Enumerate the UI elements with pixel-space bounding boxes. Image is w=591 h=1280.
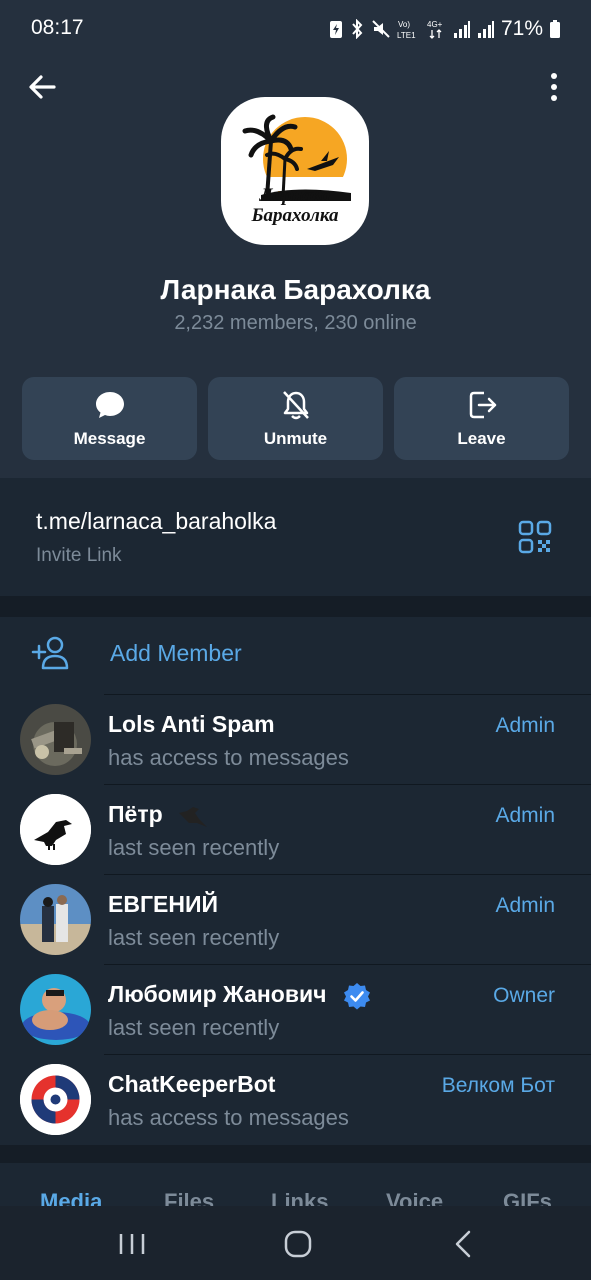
status-bar: 08:17 Vo) LTE1 4G+ 71% bbox=[0, 0, 591, 56]
recent-apps-icon bbox=[119, 1234, 145, 1254]
member-status: has access to messages bbox=[108, 1105, 349, 1130]
invite-link-url[interactable]: t.me/larnaca_baraholka bbox=[36, 508, 276, 535]
svg-text:LTE1: LTE1 bbox=[397, 31, 416, 40]
signal-icon bbox=[453, 21, 470, 38]
member-role: Admin bbox=[495, 804, 555, 827]
logo-line1: Ларнака bbox=[259, 185, 331, 206]
system-nav-bar bbox=[0, 1206, 591, 1280]
member-name: ЕВГЕНИЙ bbox=[108, 891, 219, 917]
member-avatar[interactable] bbox=[20, 1064, 91, 1135]
row-divider bbox=[104, 964, 591, 965]
row-divider bbox=[104, 1054, 591, 1055]
lte-icon: Vo) LTE1 bbox=[397, 20, 416, 40]
member-row-lols-anti-spam[interactable]: Lols Anti Spam has access to messages Ad… bbox=[0, 694, 591, 784]
more-options-button[interactable] bbox=[540, 70, 568, 104]
bell-off-icon bbox=[282, 391, 309, 420]
chevron-left-icon bbox=[455, 1230, 471, 1258]
group-subtitle: 2,232 members, 230 online bbox=[174, 312, 417, 334]
group-title: Ларнака Барахолка bbox=[160, 274, 431, 305]
member-status: last seen recently bbox=[108, 835, 280, 860]
member-row-petr[interactable]: Пётр last seen recently Admin bbox=[0, 784, 591, 874]
member-name-text: Пётр bbox=[108, 801, 163, 827]
row-divider bbox=[104, 784, 591, 785]
tab-links[interactable]: Links bbox=[271, 1189, 328, 1206]
invite-link-caption: Invite Link bbox=[36, 545, 122, 566]
battery-icon bbox=[550, 20, 560, 38]
unmute-button[interactable]: Unmute bbox=[208, 377, 383, 460]
member-role: Велком Бот bbox=[441, 1074, 555, 1097]
chat-bubble-icon bbox=[95, 392, 124, 418]
member-name: Пётр bbox=[108, 801, 209, 829]
qr-code-button[interactable] bbox=[518, 520, 552, 554]
member-status: has access to messages bbox=[108, 745, 349, 770]
network-4g-icon: 4G+ bbox=[427, 20, 443, 39]
status-icons: Vo) LTE1 4G+ 71% bbox=[329, 16, 561, 42]
add-member-button[interactable] bbox=[0, 617, 591, 693]
qr-code-icon bbox=[518, 520, 552, 554]
home-icon bbox=[284, 1230, 312, 1258]
more-vertical-icon bbox=[551, 73, 557, 101]
battery-level: 71% bbox=[500, 17, 543, 40]
section-divider bbox=[0, 1145, 591, 1163]
unmute-button-label: Unmute bbox=[263, 429, 328, 448]
logout-icon bbox=[469, 391, 496, 419]
row-divider bbox=[104, 694, 591, 695]
leave-button-label: Leave bbox=[457, 429, 506, 448]
member-avatar[interactable] bbox=[20, 884, 91, 955]
shared-media-tabs: Media Files Links Voice GIFs bbox=[0, 1163, 591, 1206]
member-status: last seen recently bbox=[108, 1015, 280, 1040]
svg-text:4G+: 4G+ bbox=[427, 20, 443, 29]
member-role: Admin bbox=[495, 894, 555, 917]
home-button[interactable] bbox=[278, 1224, 318, 1264]
tab-gifs[interactable]: GIFs bbox=[503, 1189, 552, 1206]
member-role: Admin bbox=[495, 714, 555, 737]
tab-files[interactable]: Files bbox=[164, 1189, 214, 1206]
leave-button[interactable]: Leave bbox=[394, 377, 569, 460]
member-avatar[interactable] bbox=[20, 704, 91, 775]
tab-media[interactable]: Media bbox=[40, 1189, 102, 1206]
member-avatar[interactable] bbox=[20, 794, 91, 865]
invite-link-section[interactable] bbox=[0, 478, 591, 596]
logo-line2: Барахолка bbox=[250, 205, 339, 226]
arrow-left-icon bbox=[29, 75, 56, 99]
bluetooth-icon bbox=[352, 19, 363, 39]
row-divider bbox=[104, 874, 591, 875]
section-divider bbox=[0, 596, 591, 617]
member-name: Lols Anti Spam bbox=[108, 711, 275, 737]
signal-icon-2 bbox=[477, 21, 494, 38]
member-row-chatkeeperbot[interactable]: ChatKeeperBot has access to messages Вел… bbox=[0, 1054, 591, 1144]
mute-icon bbox=[372, 20, 390, 38]
group-logo: Ларнака Барахолка bbox=[242, 114, 351, 226]
verified-badge-icon bbox=[343, 982, 370, 1010]
member-name: Любомир Жанович bbox=[108, 981, 371, 1010]
message-button-label: Message bbox=[73, 429, 146, 448]
status-time: 08:17 bbox=[31, 16, 84, 39]
member-role: Owner bbox=[493, 984, 555, 1007]
member-avatar[interactable] bbox=[20, 974, 91, 1045]
svg-text:Vo): Vo) bbox=[398, 20, 410, 29]
member-name-text: Любомир Жанович bbox=[108, 981, 327, 1007]
back-button[interactable] bbox=[26, 70, 60, 104]
recent-apps-button[interactable] bbox=[112, 1224, 152, 1264]
add-member-label[interactable]: Add Member bbox=[110, 640, 242, 667]
add-user-icon bbox=[31, 635, 71, 671]
member-row-evgeniy[interactable]: ЕВГЕНИЙ last seen recently Admin bbox=[0, 874, 591, 964]
message-button[interactable]: Message bbox=[22, 377, 197, 460]
battery-saver-icon bbox=[329, 21, 342, 38]
group-avatar[interactable]: Ларнака Барахолка bbox=[221, 97, 369, 245]
member-status: last seen recently bbox=[108, 925, 280, 950]
member-name: ChatKeeperBot bbox=[108, 1071, 276, 1097]
raven-emoji-icon bbox=[179, 806, 208, 827]
nav-back-button[interactable] bbox=[444, 1224, 484, 1264]
member-row-lyubomir[interactable]: Любомир Жанович last seen recently Owner bbox=[0, 964, 591, 1054]
tab-voice[interactable]: Voice bbox=[386, 1189, 443, 1206]
